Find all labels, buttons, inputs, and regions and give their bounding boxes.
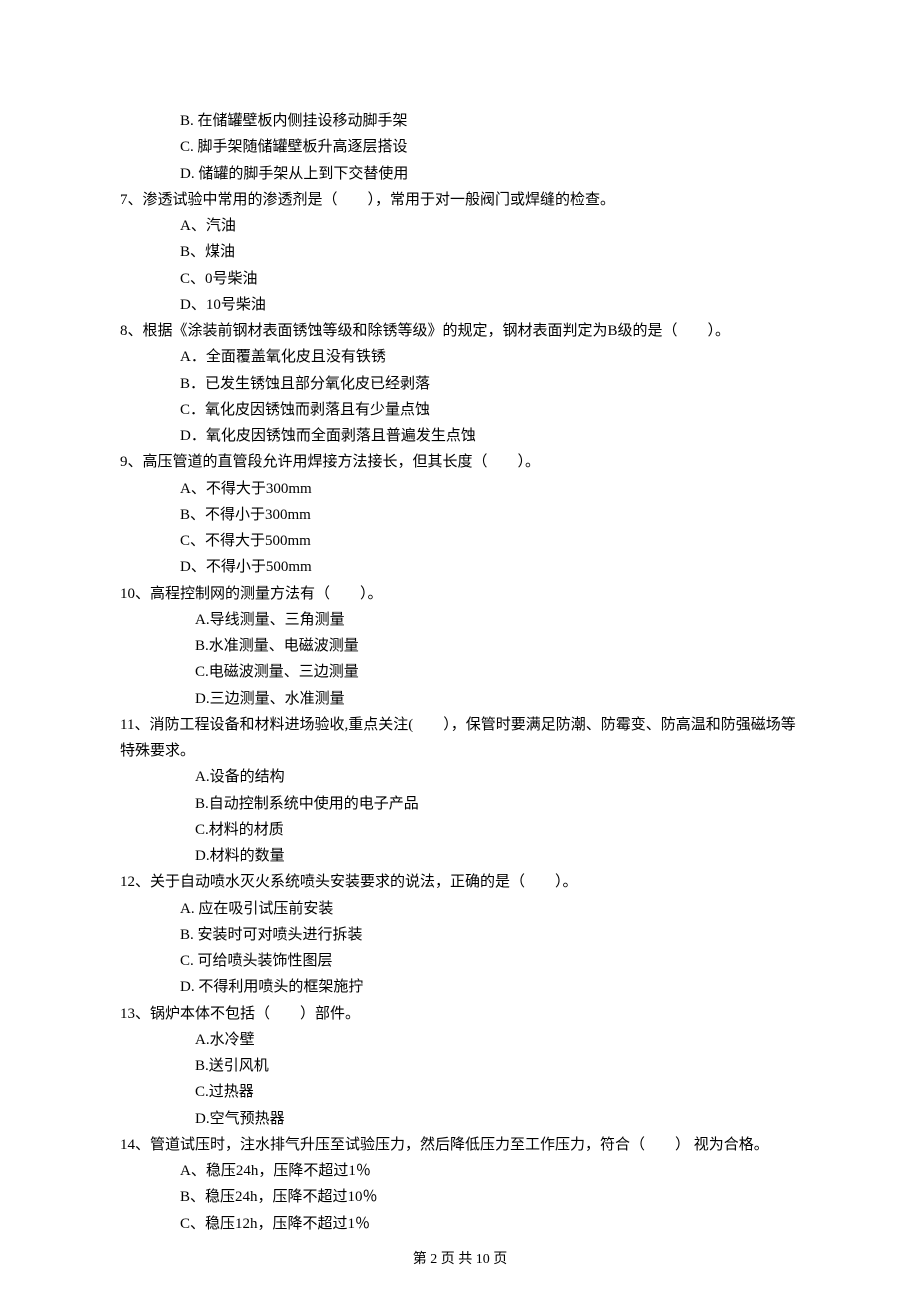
document-page: B. 在储罐壁板内侧挂设移动脚手架C. 脚手架随储罐壁板升高逐层搭设D. 储罐的… — [0, 0, 920, 1302]
option-line: D.三边测量、水准测量 — [120, 686, 800, 712]
option-line: B、煤油 — [120, 239, 800, 265]
option-line: A、稳压24h，压降不超过1％ — [120, 1158, 800, 1184]
option-line: D、10号柴油 — [120, 292, 800, 318]
option-line: B. 在储罐壁板内侧挂设移动脚手架 — [120, 108, 800, 134]
option-line: A.水冷壁 — [120, 1027, 800, 1053]
option-line: D. 储罐的脚手架从上到下交替使用 — [120, 161, 800, 187]
option-line: B．已发生锈蚀且部分氧化皮已经剥落 — [120, 371, 800, 397]
question-stem: 14、管道试压时，注水排气升压至试验压力，然后降低压力至工作压力，符合（ ） 视… — [120, 1132, 800, 1158]
question-stem: 9、高压管道的直管段允许用焊接方法接长，但其长度（ ）。 — [120, 449, 800, 475]
option-line: C．氧化皮因锈蚀而剥落且有少量点蚀 — [120, 397, 800, 423]
option-line: B、不得小于300mm — [120, 502, 800, 528]
option-line: C、稳压12h，压降不超过1％ — [120, 1211, 800, 1237]
option-line: C.材料的材质 — [120, 817, 800, 843]
option-line: C.电磁波测量、三边测量 — [120, 659, 800, 685]
question-stem: 11、消防工程设备和材料进场验收,重点关注( ），保管时要满足防潮、防霉变、防高… — [120, 712, 800, 765]
option-line: B、稳压24h，压降不超过10％ — [120, 1184, 800, 1210]
option-line: C.过热器 — [120, 1079, 800, 1105]
option-line: D.材料的数量 — [120, 843, 800, 869]
option-line: C、不得大于500mm — [120, 528, 800, 554]
option-line: D. 不得利用喷头的框架施拧 — [120, 974, 800, 1000]
page-body: B. 在储罐壁板内侧挂设移动脚手架C. 脚手架随储罐壁板升高逐层搭设D. 储罐的… — [120, 108, 800, 1237]
question-stem: 13、锅炉本体不包括（ ）部件。 — [120, 1001, 800, 1027]
option-line: B.自动控制系统中使用的电子产品 — [120, 791, 800, 817]
option-line: B.水准测量、电磁波测量 — [120, 633, 800, 659]
option-line: A、不得大于300mm — [120, 476, 800, 502]
page-footer: 第 2 页 共 10 页 — [0, 1248, 920, 1273]
option-line: A. 应在吸引试压前安装 — [120, 896, 800, 922]
option-line: C、0号柴油 — [120, 266, 800, 292]
option-line: A．全面覆盖氧化皮且没有铁锈 — [120, 344, 800, 370]
option-line: D．氧化皮因锈蚀而全面剥落且普遍发生点蚀 — [120, 423, 800, 449]
option-line: B. 安装时可对喷头进行拆装 — [120, 922, 800, 948]
option-line: C. 脚手架随储罐壁板升高逐层搭设 — [120, 134, 800, 160]
question-stem: 10、高程控制网的测量方法有（ ）。 — [120, 581, 800, 607]
question-stem: 8、根据《涂装前钢材表面锈蚀等级和除锈等级》的规定，钢材表面判定为B级的是（ ）… — [120, 318, 800, 344]
question-stem: 12、关于自动喷水灭火系统喷头安装要求的说法，正确的是（ ）。 — [120, 869, 800, 895]
page-number: 第 2 页 共 10 页 — [413, 1252, 508, 1267]
option-line: D、不得小于500mm — [120, 554, 800, 580]
option-line: A.设备的结构 — [120, 764, 800, 790]
option-line: A.导线测量、三角测量 — [120, 607, 800, 633]
option-line: C. 可给喷头装饰性图层 — [120, 948, 800, 974]
option-line: B.送引风机 — [120, 1053, 800, 1079]
option-line: A、汽油 — [120, 213, 800, 239]
option-line: D.空气预热器 — [120, 1106, 800, 1132]
question-stem: 7、渗透试验中常用的渗透剂是（ ），常用于对一般阀门或焊缝的检查。 — [120, 187, 800, 213]
